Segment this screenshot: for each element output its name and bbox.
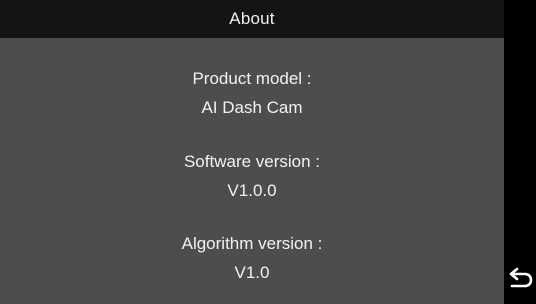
product-model-value: AI Dash Cam (201, 98, 303, 117)
algorithm-version-value: V1.0 (234, 263, 270, 282)
about-info-panel: Product model : AI Dash Cam Software ver… (0, 38, 504, 304)
algorithm-version-section: Algorithm version : V1.0 (0, 229, 504, 287)
software-version-section: Software version : V1.0.0 (0, 147, 504, 205)
return-arrow-icon (509, 267, 533, 288)
title-bar: About (0, 0, 504, 38)
algorithm-version-label: Algorithm version : (181, 234, 323, 253)
product-model-label: Product model : (192, 69, 312, 88)
page-title: About (229, 9, 275, 28)
software-version-label: Software version : (183, 152, 321, 171)
back-button[interactable] (507, 264, 535, 292)
software-version-value: V1.0.0 (227, 181, 277, 200)
about-screen: About Product model : AI Dash Cam Softwa… (0, 0, 536, 304)
product-model-section: Product model : AI Dash Cam (0, 64, 504, 122)
side-control-strip (504, 0, 536, 304)
